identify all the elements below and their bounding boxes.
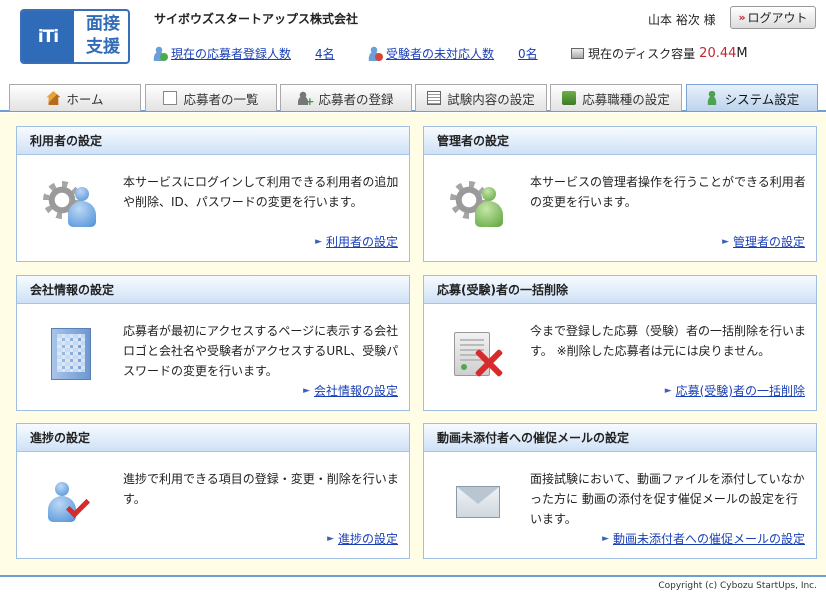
tab-applicant-register[interactable]: 応募者の登録 — [280, 84, 412, 111]
disk-unit: M — [736, 46, 748, 61]
home-icon — [46, 91, 61, 105]
card-reminder-mail-settings: 動画未添付者への催促メールの設定 面接試験において、動画ファイルを添付していなか… — [423, 423, 817, 559]
tab-label: 試験内容の設定 — [447, 91, 535, 107]
tab-exam-settings[interactable]: 試験内容の設定 — [415, 84, 547, 111]
link-label[interactable]: 進捗の設定 — [338, 530, 398, 547]
card-title: 応募(受験)者の一括削除 — [424, 276, 816, 304]
disk-value: 20.44 — [699, 46, 737, 61]
footer: Copyright (c) Cybozu StartUps, Inc. — [0, 577, 826, 593]
disk-label: 現在のディスク容量 — [588, 47, 696, 61]
tab-system-settings[interactable]: システム設定 — [686, 84, 818, 111]
unhandled-count-link[interactable]: 受験者の未対応人数 0名 — [386, 45, 538, 62]
user-name: 山本 裕次 様 — [648, 13, 716, 27]
logout-button[interactable]: » ログアウト — [730, 6, 816, 29]
applicants-count-link[interactable]: 現在の応募者登録人数 4名 — [171, 45, 335, 62]
company-settings-link[interactable]: ► 会社情報の設定 — [303, 382, 398, 399]
card-description: 本サービスの管理者操作を行うことができる利用者の変更を行います。 — [530, 175, 806, 209]
disk-stat: 現在のディスク容量 20.44 M — [571, 45, 748, 62]
card-user-settings: 利用者の設定 本サービスにログインして利用できる利用者の追加や削除、ID、パスワ… — [16, 126, 410, 262]
tab-label: 応募者の登録 — [318, 91, 394, 107]
person-add-icon — [153, 46, 168, 61]
link-label[interactable]: 管理者の設定 — [733, 233, 805, 250]
company-name: サイボウズスタートアップス株式会社 — [154, 12, 359, 26]
arrow-right-icon: ► — [303, 385, 310, 396]
logo-mark: iTi — [22, 11, 74, 62]
person-add-icon — [298, 91, 314, 108]
user-check-icon — [41, 472, 97, 532]
box-icon — [562, 91, 577, 105]
list-icon — [163, 91, 178, 105]
tab-bar: ホーム 応募者の一覧 応募者の登録 試験内容の設定 応募職種の設定 システム設定 — [0, 84, 826, 112]
card-title: 進捗の設定 — [17, 424, 409, 452]
logout-label: ログアウト — [747, 11, 808, 25]
card-description: 今まで登録した応募（受験）者の一括削除を行います。 ※削除した応募者は元には戻り… — [530, 324, 807, 358]
user-settings-link[interactable]: ► 利用者の設定 — [315, 233, 398, 250]
card-description: 進捗で利用できる項目の登録・変更・削除を行います。 — [123, 472, 399, 506]
tab-label: システム設定 — [724, 91, 800, 107]
applicants-stat: 現在の応募者登録人数 4名 — [153, 45, 335, 62]
person-icon — [704, 91, 719, 105]
disk-icon — [571, 48, 584, 59]
tab-label: 応募職種の設定 — [582, 91, 670, 107]
card-title: 動画未添付者への催促メールの設定 — [424, 424, 816, 452]
arrow-right-icon: ► — [602, 533, 609, 544]
card-progress-settings: 進捗の設定 進捗で利用できる項目の登録・変更・削除を行います。 ► 進捗の設定 — [16, 423, 410, 559]
card-title: 利用者の設定 — [17, 127, 409, 155]
delete-server-icon — [448, 324, 504, 384]
link-label[interactable]: 動画未添付者への催促メールの設定 — [613, 530, 805, 547]
arrow-right-icon: ► — [664, 385, 672, 396]
building-icon — [41, 324, 97, 384]
mail-icon — [448, 472, 504, 532]
header: iTi 面接 支援 サイボウズスタートアップス株式会社 山本 裕次 様 » ログ… — [0, 0, 826, 84]
tab-label: ホーム — [66, 91, 104, 107]
tab-label: 応募者の一覧 — [183, 91, 259, 107]
link-label[interactable]: 利用者の設定 — [326, 233, 398, 250]
card-description: 本サービスにログインして利用できる利用者の追加や削除、ID、パスワードの変更を行… — [123, 175, 399, 209]
card-description: 応募者が最初にアクセスするページに表示する会社ロゴと会社名や受験者がアクセスする… — [123, 324, 399, 378]
tab-applicant-list[interactable]: 応募者の一覧 — [145, 84, 277, 111]
progress-settings-link[interactable]: ► 進捗の設定 — [327, 530, 398, 547]
clipboard-icon — [427, 91, 442, 105]
app-logo[interactable]: iTi 面接 支援 — [20, 9, 130, 64]
card-bulk-delete: 応募(受験)者の一括削除 今まで登録した応募（受験）者の一括削除を行います。 ※… — [423, 275, 817, 411]
card-title: 会社情報の設定 — [17, 276, 409, 304]
copyright: Copyright (c) Cybozu StartUps, Inc. — [658, 581, 817, 591]
tab-job-type-settings[interactable]: 応募職種の設定 — [550, 84, 682, 111]
admin-settings-link[interactable]: ► 管理者の設定 — [722, 233, 805, 250]
arrow-right-icon: ► — [722, 236, 729, 247]
gear-user-icon — [41, 175, 97, 235]
unhandled-stat: 受験者の未対応人数 0名 — [368, 45, 538, 62]
tab-home[interactable]: ホーム — [9, 84, 141, 111]
arrow-right-icon: ► — [327, 533, 334, 544]
card-company-settings: 会社情報の設定 応募者が最初にアクセスするページに表示する会社ロゴと会社名や受験… — [16, 275, 410, 411]
reminder-mail-settings-link[interactable]: ► 動画未添付者への催促メールの設定 — [602, 530, 805, 547]
link-label[interactable]: 応募(受験)者の一括削除 — [676, 382, 805, 399]
settings-panel: 利用者の設定 本サービスにログインして利用できる利用者の追加や削除、ID、パスワ… — [0, 113, 826, 575]
card-description: 面接試験において、動画ファイルを添付していなかった方に 動画の添付を促す催促メー… — [530, 472, 805, 526]
gear-admin-icon — [448, 175, 504, 235]
card-admin-settings: 管理者の設定 本サービスの管理者操作を行うことができる利用者の変更を行います。 … — [423, 126, 817, 262]
double-chevron-right-icon: » — [738, 11, 746, 24]
card-title: 管理者の設定 — [424, 127, 816, 155]
person-alert-icon — [368, 46, 383, 61]
logo-text: 面接 支援 — [86, 14, 120, 57]
bulk-delete-link[interactable]: ► 応募(受験)者の一括削除 — [665, 382, 805, 399]
link-label[interactable]: 会社情報の設定 — [314, 382, 398, 399]
arrow-right-icon: ► — [315, 236, 322, 247]
